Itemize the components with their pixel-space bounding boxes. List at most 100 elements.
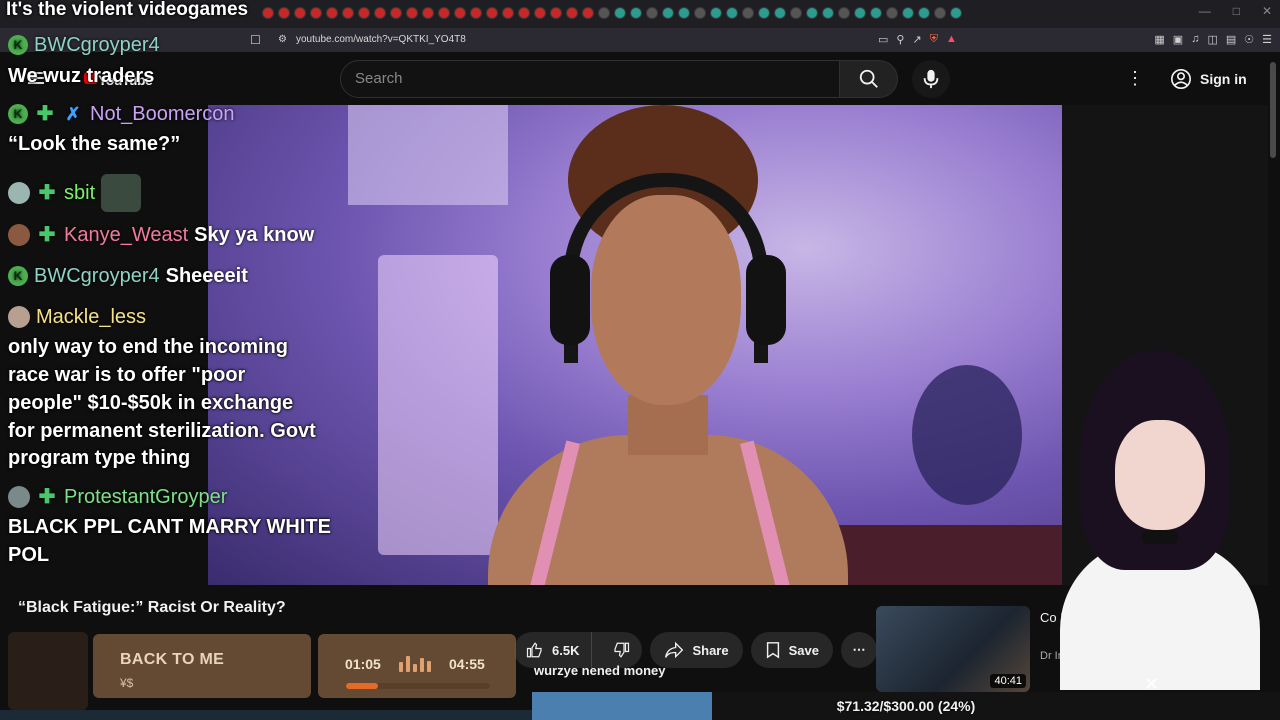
voice-search-button[interactable] [912, 60, 950, 98]
chat-message-text: for permanent sterilization. Govt [8, 420, 316, 442]
tab-favicon-icon[interactable] [694, 7, 706, 19]
chat-message-text: race war is to offer "poor [8, 364, 246, 386]
tab-favicon-icon[interactable] [710, 7, 722, 19]
tab-favicon-icon[interactable] [390, 7, 402, 19]
tab-favicon-icon[interactable] [438, 7, 450, 19]
stream-chat-overlay: It's the violent videogames K BWCgroyper… [0, 0, 331, 580]
now-playing-current-time: 01:05 [345, 656, 381, 672]
settings-menu-icon[interactable]: ⋮ [1126, 68, 1144, 89]
cast-icon[interactable]: ▭ [878, 33, 888, 46]
chat-message-text: program type thing [8, 447, 191, 469]
tab-favicon-icon[interactable] [838, 7, 850, 19]
save-label: Save [788, 642, 819, 658]
tab-favicon-icon[interactable] [806, 7, 818, 19]
chat-emote [101, 174, 142, 212]
tab-favicon-icon[interactable] [326, 7, 338, 19]
restore-icon[interactable]: □ [1233, 4, 1240, 18]
rewards-icon[interactable]: ▲ [946, 33, 957, 46]
equalizer-icon [399, 656, 437, 672]
chat-message-header: ✚ Kanye_Weast Sky ya know [8, 221, 314, 249]
chat-username: Kanye_Weast [64, 224, 189, 246]
share-icon [665, 641, 684, 659]
thumbs-down-icon [614, 642, 630, 658]
tab-favicon-icon[interactable] [758, 7, 770, 19]
sidebar-icon[interactable]: ◫ [1207, 33, 1217, 46]
tab-favicon-icon[interactable] [870, 7, 882, 19]
subscriber-gem-icon: ✚ [36, 103, 54, 125]
chat-message-header: K BWCgroyper4 Sheeeeit [8, 262, 248, 290]
share-page-icon[interactable]: ↗ [912, 33, 921, 46]
tab-favicon-icon[interactable] [502, 7, 514, 19]
user-avatar [8, 182, 30, 204]
extension-icon[interactable]: ▦ [1154, 33, 1164, 46]
tab-favicon-icon[interactable] [486, 7, 498, 19]
url-text[interactable]: youtube.com/watch?v=QKTKI_YO4T8 [296, 34, 466, 45]
chat-username: ProtestantGroyper [64, 486, 228, 508]
sign-in-label: Sign in [1200, 71, 1247, 87]
chat-username: sbit [64, 182, 96, 204]
chat-message-text: BLACK PPL CANT MARRY WHITE [8, 516, 331, 538]
save-playlist-icon [766, 642, 779, 659]
extension-icon[interactable]: ▣ [1173, 33, 1183, 46]
vpn-icon[interactable]: ☉ [1244, 33, 1254, 46]
search-button[interactable] [840, 60, 898, 98]
media-icon[interactable]: ♫ [1191, 33, 1199, 46]
close-window-icon[interactable]: ✕ [1262, 4, 1272, 18]
window-title: It's the violent videogames [6, 0, 249, 20]
zoom-icon[interactable]: ⚲ [896, 33, 904, 46]
tab-favicon-icon[interactable] [630, 7, 642, 19]
scrollbar-thumb[interactable] [1270, 62, 1276, 158]
sign-in-button[interactable]: Sign in [1160, 61, 1259, 97]
tab-favicon-icon[interactable] [566, 7, 578, 19]
tab-favicon-icon[interactable] [454, 7, 466, 19]
more-actions-button[interactable]: ⋯ [840, 632, 877, 668]
tab-favicon-icon[interactable] [742, 7, 754, 19]
tab-favicon-icon[interactable] [646, 7, 658, 19]
tab-favicon-icon[interactable] [598, 7, 610, 19]
tab-favicon-icon[interactable] [582, 7, 594, 19]
user-avatar [8, 486, 30, 508]
tab-favicon-icon[interactable] [406, 7, 418, 19]
tab-favicon-icon[interactable] [886, 7, 898, 19]
tab-favicon-icon[interactable] [374, 7, 386, 19]
donation-goal-text: $71.32/$300.00 (24%) [836, 698, 976, 714]
tab-favicon-icon[interactable] [950, 7, 962, 19]
tab-favicon-icon[interactable] [342, 7, 354, 19]
now-playing-total-time: 04:55 [449, 656, 485, 672]
wallet-icon[interactable]: ▤ [1226, 33, 1236, 46]
tab-favicon-icon[interactable] [790, 7, 802, 19]
tab-favicon-icon[interactable] [934, 7, 946, 19]
chat-username: BWCgroyper4 [34, 265, 160, 287]
tab-favicon-icon[interactable] [854, 7, 866, 19]
kick-badge-icon: K [8, 104, 28, 124]
chat-message-header: ✚ ProtestantGroyper [8, 483, 227, 511]
tab-favicon-icon[interactable] [726, 7, 738, 19]
subscriber-gem-icon: ✚ [38, 224, 56, 246]
tab-favicons [262, 7, 962, 19]
video-player[interactable] [208, 105, 1062, 585]
tab-favicon-icon[interactable] [470, 7, 482, 19]
tab-favicon-icon[interactable] [822, 7, 834, 19]
save-button[interactable]: Save [750, 632, 833, 668]
suggested-video-thumbnail[interactable]: 40:41 [876, 606, 1030, 692]
minimize-icon[interactable]: — [1199, 4, 1211, 18]
chat-message-text: We wuz traders [8, 65, 155, 87]
brave-shield-icon[interactable]: ⛨ [930, 33, 938, 46]
tab-favicon-icon[interactable] [678, 7, 690, 19]
tab-favicon-icon[interactable] [918, 7, 930, 19]
tab-favicon-icon[interactable] [358, 7, 370, 19]
tab-favicon-icon[interactable] [662, 7, 674, 19]
browser-menu-icon[interactable]: ☰ [1262, 33, 1272, 46]
toolbar-extensions: ▦ ▣ ♫ ◫ ▤ ☉ ☰ [1154, 33, 1272, 46]
tab-favicon-icon[interactable] [422, 7, 434, 19]
tab-favicon-icon[interactable] [614, 7, 626, 19]
background-light [378, 255, 498, 555]
now-playing-progress-bar [346, 683, 490, 689]
search-input[interactable]: Search [340, 60, 840, 98]
tab-favicon-icon[interactable] [534, 7, 546, 19]
tab-favicon-icon[interactable] [902, 7, 914, 19]
overlay-caption: wurzye nened money [534, 663, 666, 678]
tab-favicon-icon[interactable] [550, 7, 562, 19]
tab-favicon-icon[interactable] [518, 7, 530, 19]
tab-favicon-icon[interactable] [774, 7, 786, 19]
